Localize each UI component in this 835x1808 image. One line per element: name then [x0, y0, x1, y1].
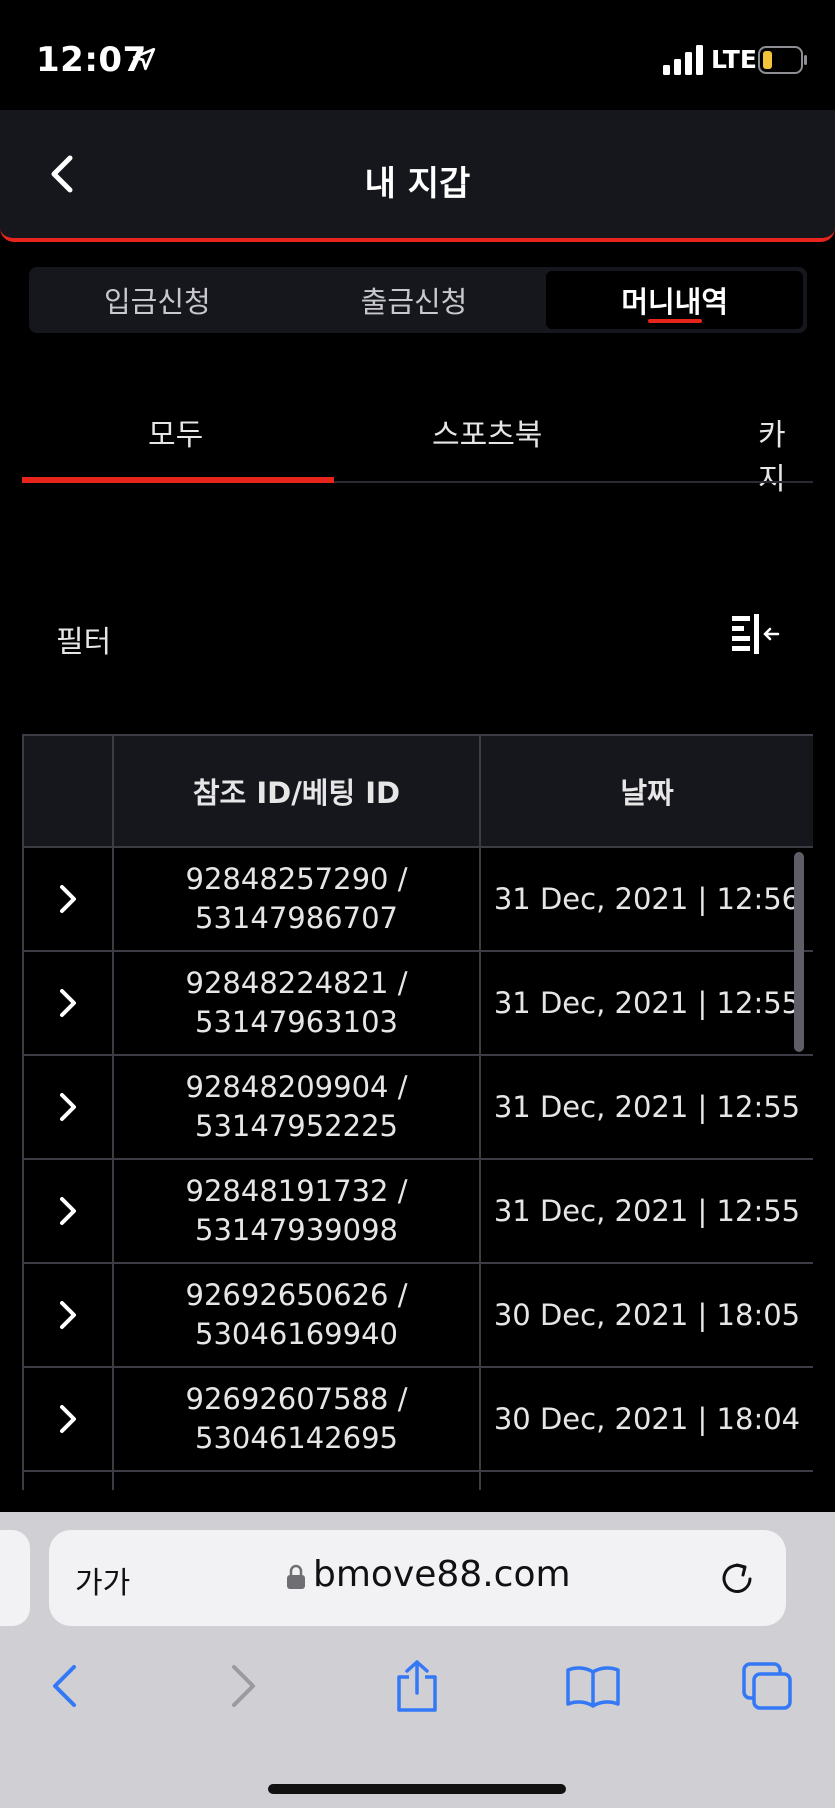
- table-row[interactable]: 92692650626 / 53046169940 30 Dec, 2021 | 1…: [22, 1262, 813, 1368]
- table-row[interactable]: 92692607588 / 53046142695 30 Dec, 2021 | 1…: [22, 1366, 813, 1472]
- tab-withdraw-request[interactable]: 출금신청: [286, 267, 543, 333]
- category-tab-sportsbook[interactable]: 스포츠북: [432, 410, 542, 454]
- row-expand-button[interactable]: [22, 1158, 114, 1264]
- table-scrollbar[interactable]: [794, 852, 804, 1052]
- filter-columns-icon[interactable]: [730, 612, 780, 656]
- share-icon: [397, 1660, 437, 1712]
- wallet-tabs: 입금신청 출금신청 머니내역: [29, 267, 807, 333]
- bet-id: 53147939098: [195, 1213, 398, 1247]
- reload-icon[interactable]: [717, 1558, 757, 1598]
- bet-id: 53147952225: [195, 1109, 398, 1143]
- chevron-right-icon: [60, 1405, 76, 1433]
- tabs-icon: [742, 1662, 792, 1710]
- tab-label: 출금신청: [360, 285, 468, 319]
- chevron-right-icon: [60, 1093, 76, 1121]
- battery-icon: [758, 46, 807, 74]
- text-size-button[interactable]: 가가: [75, 1558, 130, 1602]
- chevron-right-icon: [60, 989, 76, 1017]
- chevron-right-icon: [60, 1301, 76, 1329]
- date-cell: 31 Dec, 2021 | 12:55: [479, 950, 813, 1056]
- app-header: 내 지갑: [0, 110, 835, 242]
- date-cell: [479, 1470, 813, 1490]
- ref-bet-id-cell: 92848224821 / 53147963103: [112, 950, 481, 1056]
- ref-bet-id-cell: 92848257290 / 53147986707: [112, 846, 481, 952]
- tab-label: 입금신청: [103, 285, 211, 319]
- bet-id: 53147963103: [195, 1005, 398, 1039]
- ref-id: 92848224821 /: [185, 966, 408, 1000]
- ref-id: 92692607588 /: [185, 1382, 408, 1416]
- row-expand-button[interactable]: [22, 1470, 114, 1490]
- browser-back-button[interactable]: [36, 1658, 92, 1714]
- tab-deposit-request[interactable]: 입금신청: [29, 267, 286, 333]
- status-bar: 12:07 LTE: [0, 0, 835, 110]
- browser-chrome: 가가 bmove88.com: [0, 1512, 835, 1808]
- previous-tab-card[interactable]: [0, 1530, 30, 1626]
- page: 12:07 LTE 내 지갑 입금신청 출금신청 머니내역 모두 스포츠북 카지…: [0, 0, 835, 1808]
- ref-id: 92848209904 /: [185, 1070, 408, 1104]
- row-expand-button[interactable]: [22, 1262, 114, 1368]
- cell-signal-icon: [663, 45, 703, 75]
- header-expand: [22, 734, 114, 848]
- row-expand-button[interactable]: [22, 950, 114, 1056]
- table-row[interactable]: [22, 1470, 813, 1490]
- filter-label: 필터: [56, 625, 112, 660]
- header-ref-id: 참조 ID/베팅 ID: [112, 734, 481, 848]
- ref-bet-id-cell: 92692607588 / 53046142695: [112, 1366, 481, 1472]
- page-title: 내 지갑: [364, 164, 471, 204]
- ref-bet-id-cell: 92848191732 / 53147939098: [112, 1158, 481, 1264]
- table-row[interactable]: 92848224821 / 53147963103 31 Dec, 2021 | 1…: [22, 950, 813, 1056]
- table-header-row: 참조 ID/베팅 ID 날짜: [22, 734, 813, 848]
- chevron-right-icon: [232, 1665, 255, 1707]
- browser-forward-button[interactable]: [216, 1658, 272, 1714]
- tabs-button[interactable]: [739, 1658, 795, 1714]
- chevron-right-icon: [60, 885, 76, 913]
- table-row[interactable]: 92848209904 / 53147952225 31 Dec, 2021 | 1…: [22, 1054, 813, 1160]
- active-tab-indicator: [647, 319, 702, 323]
- date-cell: 31 Dec, 2021 | 12:55: [479, 1158, 813, 1264]
- category-active-indicator: [22, 477, 334, 483]
- address-bar[interactable]: 가가 bmove88.com: [49, 1530, 786, 1626]
- history-table: 참조 ID/베팅 ID 날짜 92848257290 / 53147986707 3…: [22, 734, 813, 1490]
- header-date: 날짜: [479, 734, 813, 848]
- category-tab-casino[interactable]: 카지: [758, 410, 813, 498]
- tab-money-history[interactable]: 머니내역: [546, 271, 804, 329]
- network-type: LTE: [711, 45, 757, 74]
- location-arrow-icon: [132, 47, 156, 71]
- table-row[interactable]: 92848257290 / 53147986707 31 Dec, 2021 | 1…: [22, 846, 813, 952]
- lock-icon: [287, 1564, 305, 1589]
- category-tabs: 모두 스포츠북 카지: [22, 390, 813, 497]
- date-cell: 30 Dec, 2021 | 18:04: [479, 1366, 813, 1472]
- bet-id: 53147986707: [195, 901, 398, 935]
- ref-bet-id-cell: [112, 1470, 481, 1490]
- date-cell: 31 Dec, 2021 | 12:55: [479, 1054, 813, 1160]
- ref-id: 92848191732 /: [185, 1174, 408, 1208]
- row-expand-button[interactable]: [22, 846, 114, 952]
- share-button[interactable]: [389, 1658, 445, 1714]
- ref-bet-id-cell: 92692650626 / 53046169940: [112, 1262, 481, 1368]
- tab-label: 머니내역: [621, 285, 729, 319]
- row-expand-button[interactable]: [22, 1366, 114, 1472]
- chevron-left-icon: [53, 1665, 76, 1707]
- category-tab-all[interactable]: 모두: [148, 410, 203, 454]
- ref-id: 92692650626 /: [185, 1278, 408, 1312]
- row-expand-button[interactable]: [22, 1054, 114, 1160]
- ref-id: 92848257290 /: [185, 862, 408, 896]
- date-cell: 30 Dec, 2021 | 18:05: [479, 1262, 813, 1368]
- ref-bet-id-cell: 92848209904 / 53147952225: [112, 1054, 481, 1160]
- history-table-container[interactable]: 참조 ID/베팅 ID 날짜 92848257290 / 53147986707 3…: [22, 734, 813, 1490]
- book-icon: [566, 1666, 620, 1708]
- chevron-right-icon: [60, 1197, 76, 1225]
- bet-id: 53046169940: [195, 1317, 398, 1351]
- date-cell: 31 Dec, 2021 | 12:56: [479, 846, 813, 952]
- table-row[interactable]: 92848191732 / 53147939098 31 Dec, 2021 | 1…: [22, 1158, 813, 1264]
- bet-id: 53046142695: [195, 1421, 398, 1455]
- home-indicator: [268, 1784, 566, 1794]
- bookmarks-button[interactable]: [565, 1658, 621, 1714]
- url-text: bmove88.com: [313, 1554, 571, 1595]
